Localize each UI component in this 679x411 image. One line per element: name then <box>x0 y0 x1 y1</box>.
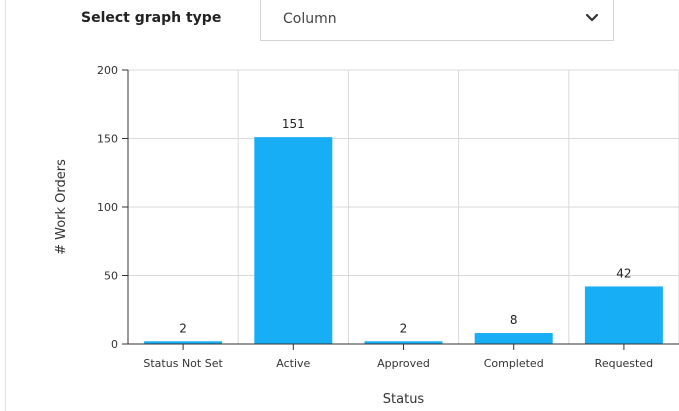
y-tick-label: 50 <box>104 270 118 283</box>
bar-requested <box>584 286 663 344</box>
data-label: 2 <box>179 321 187 335</box>
work-orders-chart: 2 151 2 8 42 0 50 100 150 200 Status Not Set Active… <box>54 64 679 407</box>
x-tick-label: Requested <box>595 357 653 370</box>
x-axis-title: Status <box>383 392 425 407</box>
y-axis-title: # Work Orders <box>54 159 69 255</box>
x-tick-label: Completed <box>484 357 544 370</box>
x-tick-label: Approved <box>377 357 430 370</box>
data-label: 2 <box>400 321 408 335</box>
x-tick-label: Status Not Set <box>143 357 223 370</box>
y-tick-label: 150 <box>97 133 118 146</box>
data-label: 8 <box>510 313 518 327</box>
bar-active <box>254 137 333 344</box>
y-tick-label: 200 <box>97 64 118 77</box>
bar-completed <box>474 333 553 344</box>
data-label: 42 <box>616 266 631 280</box>
data-label: 151 <box>282 117 305 131</box>
y-tick-label: 100 <box>97 201 118 214</box>
x-tick-label: Active <box>276 357 310 370</box>
y-tick-label: 0 <box>111 338 118 351</box>
